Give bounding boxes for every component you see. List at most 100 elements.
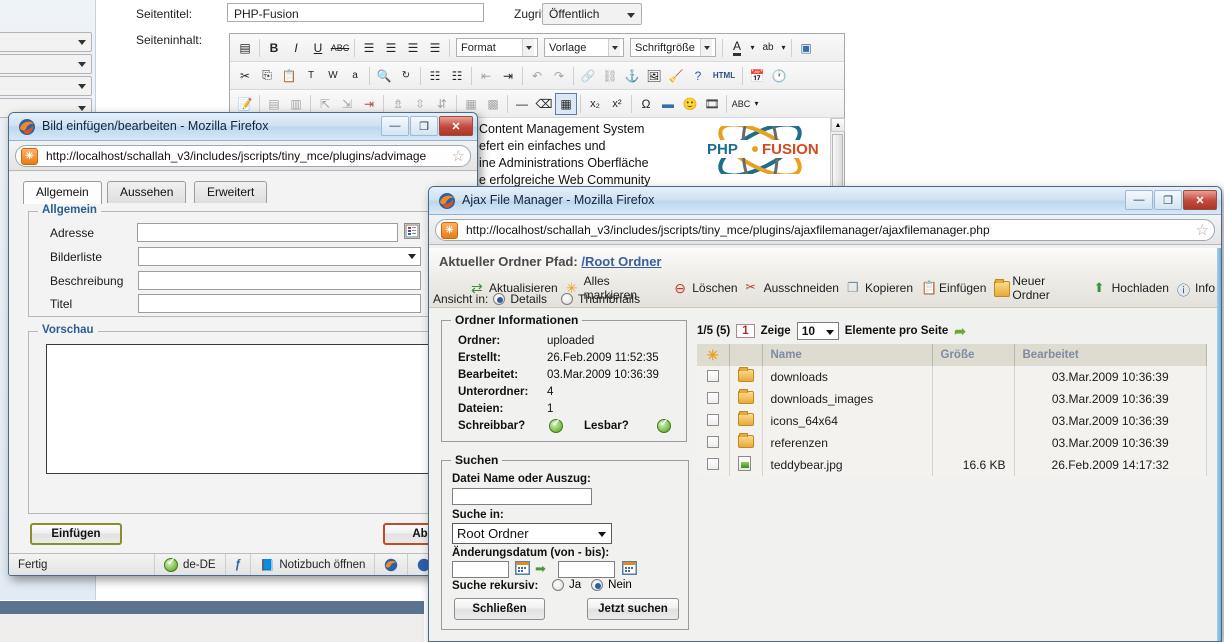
numbered-list-icon[interactable]: ☷ (446, 65, 468, 87)
search-name-input[interactable] (452, 488, 592, 505)
row-name[interactable]: icons_64x64 (762, 410, 933, 432)
tab-aussehen[interactable]: Aussehen (107, 181, 187, 203)
row-checkbox-cell[interactable] (697, 410, 730, 432)
underline-icon[interactable]: U (307, 37, 329, 59)
calendar-icon[interactable]: 📅 (746, 65, 768, 87)
calendar-icon[interactable] (515, 561, 530, 575)
undo-icon[interactable]: ↶ (526, 65, 548, 87)
row-name[interactable]: teddybear.jpg (762, 454, 933, 476)
template-select[interactable]: Vorlage (544, 38, 624, 57)
horizontal-rule-icon[interactable]: ▤ (234, 37, 256, 59)
tab-allgemein[interactable]: Allgemein (23, 181, 102, 204)
row-checkbox[interactable] (706, 391, 719, 404)
search-now-button[interactable]: Jetzt suchen (587, 598, 679, 620)
status-firefox-icon[interactable] (375, 553, 409, 575)
browse-image-icon[interactable] (404, 223, 420, 239)
insert-button[interactable]: Einfügen (30, 523, 122, 545)
merge-cells-icon[interactable]: ▩ (482, 93, 504, 115)
column-size[interactable]: Größe (932, 344, 1015, 366)
redo-icon[interactable]: ↷ (548, 65, 570, 87)
toolbar-delete[interactable]: ⊖ Löschen (674, 280, 743, 296)
chevron-down-icon[interactable]: ▾ (752, 93, 761, 115)
row-name[interactable]: downloads (762, 366, 933, 388)
tab-erweitert[interactable]: Erweitert (194, 181, 268, 203)
recursive-yes-radio[interactable] (552, 579, 564, 591)
find-icon[interactable]: 🔍 (373, 65, 395, 87)
align-center-icon[interactable]: ☰ (380, 37, 402, 59)
search-scope-select[interactable]: Root Ordner (452, 523, 612, 544)
root-folder-link[interactable]: /Root Ordner (581, 254, 661, 269)
help-icon[interactable]: ? (687, 65, 709, 87)
italic-icon[interactable]: I (285, 37, 307, 59)
column-name[interactable]: Name (762, 344, 933, 366)
minimize-button[interactable]: — (381, 116, 409, 136)
image-dialog-urlbar[interactable]: ✳ http://localhost/schallah_v3/includes/… (15, 145, 471, 167)
image-dialog-window[interactable]: Bild einfügen/bearbeiten - Mozilla Firef… (8, 112, 478, 576)
toolbar-upload[interactable]: ⬆ Hochladen (1094, 280, 1175, 296)
outdent-icon[interactable]: ⇤ (475, 65, 497, 87)
toolbar-new-folder[interactable]: Neuer Ordner (994, 274, 1091, 302)
align-left-icon[interactable]: ☰ (358, 37, 380, 59)
toolbar-info[interactable]: ⓘ Info (1177, 280, 1221, 298)
file-manager-urlbar[interactable]: ✳ http://localhost/schallah_v3/includes/… (435, 219, 1215, 241)
table-row[interactable]: downloads 03.Mar.2009 10:36:39 (697, 366, 1207, 388)
title-input[interactable] (138, 294, 421, 313)
backcolor-icon[interactable]: ab (757, 37, 779, 59)
spellcheck-icon[interactable]: ABC (730, 93, 752, 115)
access-select[interactable]: Öffentlich (542, 3, 642, 25)
image-dialog-titlebar[interactable]: Bild einfügen/bearbeiten - Mozilla Firef… (9, 113, 477, 141)
paste-word-icon[interactable]: W (322, 65, 344, 87)
sidebar-select-1[interactable]: n (0, 32, 92, 52)
bookmark-star-icon[interactable]: ☆ (1196, 222, 1209, 239)
cut-icon[interactable]: ✂ (234, 65, 256, 87)
eraser-icon[interactable]: ⌫ (533, 93, 555, 115)
emotion-icon[interactable]: 🙂 (679, 93, 701, 115)
chevron-down-icon[interactable]: ▾ (779, 37, 788, 59)
image-icon[interactable]: 🖼 (643, 65, 665, 87)
align-justify-icon[interactable]: ☰ (424, 37, 446, 59)
maximize-button[interactable]: ❐ (410, 116, 438, 136)
imagelist-select[interactable] (138, 247, 421, 266)
column-modified[interactable]: Bearbeitet (1014, 344, 1207, 366)
paste-text-icon[interactable]: T (300, 65, 322, 87)
go-icon[interactable]: ➦ (954, 323, 966, 340)
toolbar-paste[interactable]: 📋 Einfügen (921, 280, 992, 296)
subscript-icon[interactable]: x₂ (584, 93, 606, 115)
indent-icon[interactable]: ⇥ (497, 65, 519, 87)
align-right-icon[interactable]: ☰ (402, 37, 424, 59)
close-search-button[interactable]: Schließen (454, 598, 545, 620)
calendar-icon[interactable] (622, 561, 637, 575)
per-page-select[interactable]: 10 (796, 322, 839, 340)
sidebar-select-2[interactable] (0, 54, 92, 74)
status-firebug-icon[interactable]: ƒ (226, 553, 252, 575)
row-checkbox[interactable] (706, 457, 719, 470)
view-thumbnails-radio[interactable] (561, 293, 574, 305)
close-button[interactable]: ✕ (1183, 190, 1217, 210)
sidebar-select-3[interactable]: n (0, 76, 92, 96)
column-select-all[interactable]: ✳ (697, 344, 730, 366)
row-checkbox-cell[interactable] (697, 432, 730, 454)
status-locale[interactable]: de-DE (155, 553, 226, 575)
anchor-icon[interactable]: ⚓ (621, 65, 643, 87)
table-row[interactable]: icons_64x64 03.Mar.2009 10:36:39 (697, 410, 1207, 432)
row-checkbox[interactable] (706, 369, 719, 382)
table-row[interactable]: downloads_images 03.Mar.2009 10:36:39 (697, 388, 1207, 410)
remove-format-icon[interactable]: a (344, 65, 366, 87)
pager-current-page[interactable]: 1 (736, 324, 755, 338)
bookmark-star-icon[interactable]: ☆ (452, 148, 465, 165)
close-button[interactable]: ✕ (439, 116, 473, 136)
toolbar-copy[interactable]: ❐ Kopieren (847, 280, 919, 296)
toolbar-cut[interactable]: ✂ Ausschneiden (746, 280, 845, 296)
address-input[interactable] (137, 223, 398, 242)
bullet-list-icon[interactable]: ☷ (424, 65, 446, 87)
recursive-no-radio[interactable] (591, 579, 604, 591)
page-title-input[interactable]: PHP-Fusion (227, 3, 484, 22)
hr-icon[interactable]: — (511, 93, 533, 115)
pagebreak-icon[interactable]: ▬ (657, 93, 679, 115)
unlink-icon[interactable]: ⛓ (599, 65, 621, 87)
cleanup-icon[interactable]: 🧹 (665, 65, 687, 87)
table-icon[interactable]: ▦ (555, 92, 577, 115)
bold-icon[interactable]: B (263, 37, 285, 59)
file-manager-window[interactable]: Ajax File Manager - Mozilla Firefox — ❐ … (428, 186, 1222, 642)
row-checkbox[interactable] (706, 413, 719, 426)
